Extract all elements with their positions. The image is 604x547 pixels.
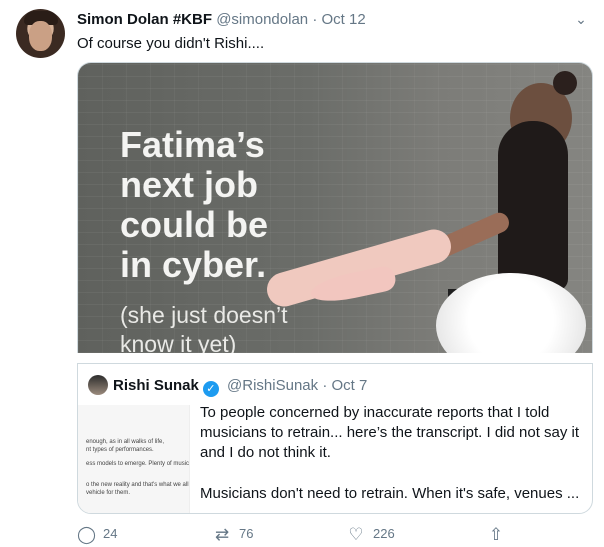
quoted-author-handle[interactable]: @RishiSunak: [227, 377, 318, 394]
poster-headline: Fatima’s next job could be in cyber.: [120, 125, 268, 285]
quoted-text: To people concerned by inaccurate report…: [200, 403, 585, 504]
tweet-text: Of course you didn't Rishi....: [77, 35, 265, 52]
thumbnail-text-line: enough, as in all walks of life,: [86, 439, 165, 445]
thumbnail-text-line: vehicle for them.: [86, 490, 131, 496]
headline-line: in cyber.: [120, 244, 267, 285]
poster-subline: (she just doesn’t know it yet): [120, 301, 287, 353]
quoted-author-avatar[interactable]: [88, 375, 108, 395]
reply-button[interactable]: ◯ 24: [77, 523, 117, 545]
reply-icon: ◯: [77, 525, 97, 544]
thumbnail-text-line: o the new reality and that's what we all: [86, 482, 189, 488]
avatar-face: [29, 21, 52, 51]
quoted-author-name[interactable]: Rishi Sunak: [113, 377, 199, 394]
tweet-actions: ◯ 24 ⇄ 76 ♡ 226 ⇧: [77, 523, 527, 545]
quoted-tweet[interactable]: Rishi Sunak ✓ @RishiSunak · Oct 7 enough,…: [77, 363, 593, 514]
like-button[interactable]: ♡ 226: [347, 523, 395, 545]
thumbnail-text-line: ess models to emerge. Plenty of music: [86, 461, 190, 467]
quoted-separator: ·: [322, 377, 328, 394]
media-image[interactable]: Fatima’s next job could be in cyber. (sh…: [77, 62, 593, 353]
author-avatar[interactable]: [16, 9, 65, 58]
headline-line: Fatima’s: [120, 124, 265, 165]
quoted-thumbnail[interactable]: enough, as in all walks of life, nt type…: [78, 405, 190, 513]
like-count: 226: [373, 526, 395, 541]
dancer-bun-shape: [553, 71, 577, 95]
dancer-leg-shape: [262, 225, 456, 311]
subline-line: know it yet): [120, 331, 237, 353]
quoted-paragraph: To people concerned by inaccurate report…: [200, 404, 580, 461]
header-separator: ·: [312, 11, 318, 28]
share-button[interactable]: ⇧: [487, 523, 513, 545]
dancer-body-shape: [498, 121, 568, 291]
tweet-date[interactable]: Oct 12: [321, 11, 365, 28]
quoted-date[interactable]: Oct 7: [331, 377, 367, 394]
chevron-down-icon[interactable]: ⌄: [572, 10, 590, 28]
headline-line: next job: [120, 164, 259, 205]
retweet-icon: ⇄: [214, 525, 230, 544]
quoted-header: Rishi Sunak ✓ @RishiSunak · Oct 7: [113, 376, 367, 397]
share-icon: ⇧: [488, 525, 504, 544]
author-name[interactable]: Simon Dolan #KBF: [77, 11, 212, 28]
tweet-card[interactable]: Simon Dolan #KBF @simondolan · Oct 12 ⌄ …: [0, 0, 604, 547]
retweet-count: 76: [239, 526, 254, 541]
retweet-button[interactable]: ⇄ 76: [213, 523, 254, 545]
verified-icon: ✓: [202, 381, 219, 397]
reply-count: 24: [103, 526, 118, 541]
thumbnail-text-line: nt types of performances.: [86, 447, 154, 453]
tweet-header: Simon Dolan #KBF @simondolan · Oct 12: [77, 10, 366, 29]
quoted-paragraph: Musicians don't need to retrain. When it…: [200, 485, 580, 502]
author-handle[interactable]: @simondolan: [216, 11, 308, 28]
like-icon: ♡: [348, 525, 364, 544]
headline-line: could be: [120, 204, 269, 245]
subline-line: (she just doesn’t: [120, 302, 288, 328]
